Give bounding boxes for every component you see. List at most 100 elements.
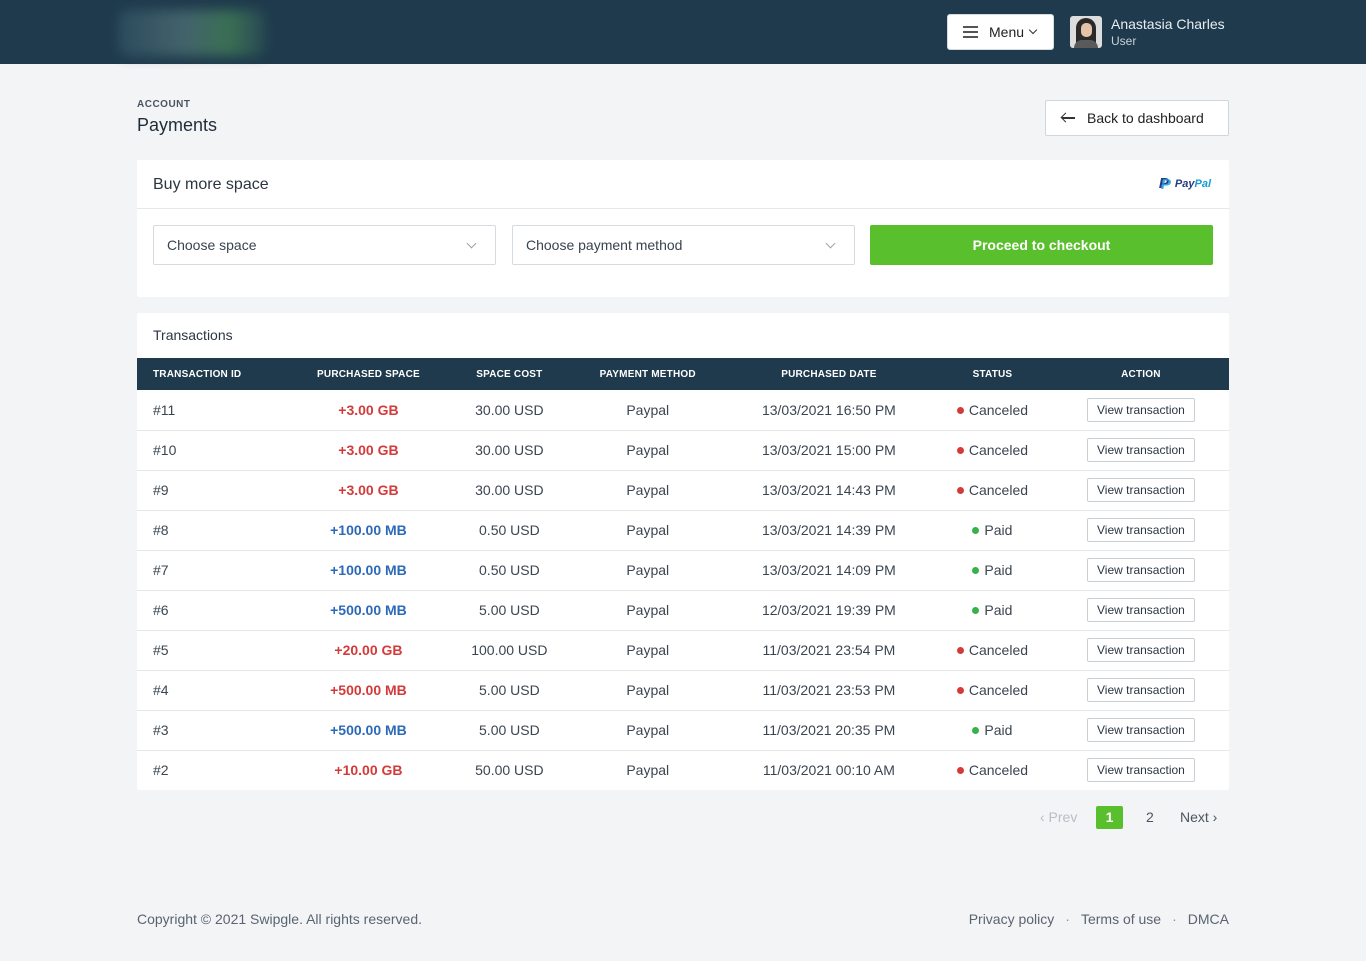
user-avatar[interactable]	[1070, 16, 1102, 48]
payment-method: Paypal	[626, 401, 670, 418]
view-transaction-button[interactable]: View transaction	[1087, 638, 1195, 662]
purchased-date: 11/03/2021 20:35 PM	[762, 722, 896, 738]
space-cost: 30.00 USD	[475, 482, 544, 498]
action-cell: View transaction	[1053, 390, 1229, 430]
action-cell: View transaction	[1053, 550, 1229, 590]
action-cell: View transaction	[1053, 590, 1229, 630]
purchased-space: +3.00 GB	[338, 401, 399, 418]
status-cell: Paid	[932, 710, 1053, 750]
table-row: #2 +10.00 GB 50.00 USD Paypal 11/03/2021 00:…	[137, 750, 1229, 790]
choose-payment-method-select[interactable]: Choose payment method	[512, 225, 855, 265]
pagination-page-1[interactable]: 1	[1096, 806, 1123, 829]
payment-method: Paypal	[626, 682, 670, 698]
brand-logo[interactable]	[118, 10, 266, 56]
choose-space-value: Choose space	[167, 237, 257, 253]
status-cell: Paid	[932, 510, 1053, 550]
transaction-id: #10	[153, 442, 177, 458]
choose-space-select[interactable]: Choose space	[153, 225, 496, 265]
purchased-date: 12/03/2021 19:39 PM	[761, 602, 896, 618]
footer-link-dmca[interactable]: DMCA	[1188, 911, 1229, 927]
view-transaction-button[interactable]: View transaction	[1087, 558, 1195, 582]
status-cell: Canceled	[932, 630, 1053, 670]
hamburger-icon	[963, 26, 978, 38]
status-dot-icon	[956, 687, 964, 694]
table-row: #11 +3.00 GB 30.00 USD Paypal 13/03/2021 16:…	[137, 390, 1229, 430]
space-cost: 0.50 USD	[479, 562, 540, 578]
back-to-dashboard-button[interactable]: Back to dashboard	[1045, 100, 1229, 136]
paypal-logo: PP PayPal	[1158, 175, 1211, 193]
transaction-id: #2	[153, 762, 169, 779]
payment-method: Paypal	[626, 522, 670, 538]
status-dot-icon	[956, 767, 964, 775]
view-transaction-button[interactable]: View transaction	[1087, 518, 1195, 542]
payment-method: Paypal	[626, 722, 670, 738]
pagination-prev: ‹ Prev	[1040, 809, 1078, 825]
view-transaction-button[interactable]: View transaction	[1087, 598, 1195, 622]
status-cell: Canceled	[932, 670, 1053, 710]
purchased-date: 13/03/2021 16:50 PM	[761, 401, 896, 418]
paypal-logo-pay: Pay	[1174, 178, 1195, 190]
purchased-date: 11/03/2021 00:10 AM	[762, 762, 895, 779]
transaction-id: #5	[153, 642, 169, 658]
purchased-date: 11/03/2021 23:53 PM	[762, 682, 896, 698]
footer-separator: ·	[1065, 911, 1070, 927]
view-transaction-button[interactable]: View transaction	[1087, 718, 1195, 742]
buy-space-title: Buy more space	[153, 176, 269, 193]
chevron-down-icon	[825, 238, 836, 249]
payment-method: Paypal	[626, 602, 670, 618]
status-dot-icon	[972, 527, 980, 534]
buy-space-header: Buy more space PP PayPal	[137, 160, 1229, 209]
view-transaction-button[interactable]: View transaction	[1087, 678, 1195, 702]
col-action: ACTION	[1121, 368, 1161, 380]
purchased-date: 13/03/2021 15:00 PM	[761, 442, 896, 458]
action-cell: View transaction	[1053, 430, 1229, 470]
chevron-down-icon	[1028, 25, 1038, 35]
status-dot-icon	[972, 727, 980, 734]
menu-label: Menu	[989, 24, 1025, 40]
col-purchased-space: PURCHASED SPACE	[317, 368, 420, 380]
view-transaction-button[interactable]: View transaction	[1087, 758, 1195, 783]
footer-link-privacy[interactable]: Privacy policy	[969, 911, 1055, 927]
purchased-space: +100.00 MB	[330, 522, 407, 538]
paypal-icon: PP	[1158, 175, 1171, 193]
status-cell: Paid	[932, 590, 1053, 630]
payment-method: Paypal	[626, 642, 670, 658]
space-cost: 5.00 USD	[479, 722, 540, 738]
action-cell: View transaction	[1053, 470, 1229, 510]
purchased-space: +500.00 MB	[330, 602, 407, 618]
status-cell: Paid	[932, 550, 1053, 590]
view-transaction-button[interactable]: View transaction	[1087, 438, 1195, 462]
user-role: User	[1111, 34, 1137, 48]
pagination-page-2[interactable]: 2	[1146, 806, 1154, 829]
status-cell: Canceled	[932, 750, 1053, 790]
pagination-next[interactable]: Next ›	[1180, 806, 1217, 829]
status-badge: Canceled	[968, 762, 1029, 779]
status-cell: Canceled	[932, 390, 1053, 430]
table-row: #3 +500.00 MB 5.00 USD Paypal 11/03/2021 20:…	[137, 710, 1229, 750]
choose-payment-method-value: Choose payment method	[526, 237, 683, 253]
view-transaction-button[interactable]: View transaction	[1087, 397, 1195, 422]
col-purchased-date: PURCHASED DATE	[781, 368, 877, 380]
action-cell: View transaction	[1053, 670, 1229, 710]
space-cost: 0.50 USD	[479, 522, 540, 538]
user-name[interactable]: Anastasia Charles	[1111, 16, 1225, 32]
space-cost: 5.00 USD	[479, 602, 540, 618]
purchased-space: +100.00 MB	[330, 562, 407, 578]
action-cell: View transaction	[1053, 710, 1229, 750]
menu-button[interactable]: Menu	[947, 14, 1054, 50]
status-badge: Canceled	[968, 482, 1029, 498]
purchased-space: +500.00 MB	[330, 682, 407, 698]
footer-links: Privacy policy · Terms of use · DMCA	[969, 911, 1229, 927]
footer-link-terms[interactable]: Terms of use	[1081, 911, 1161, 927]
proceed-to-checkout-button[interactable]: Proceed to checkout	[870, 225, 1213, 265]
table-row: #6 +500.00 MB 5.00 USD Paypal 12/03/2021 19:…	[137, 590, 1229, 630]
purchased-date: 13/03/2021 14:39 PM	[761, 522, 896, 538]
status-dot-icon	[956, 447, 964, 454]
table-row: #8 +100.00 MB 0.50 USD Paypal 13/03/2021 14:…	[137, 510, 1229, 550]
status-badge: Canceled	[968, 682, 1029, 698]
status-badge: Paid	[984, 562, 1013, 578]
view-transaction-button[interactable]: View transaction	[1087, 478, 1195, 502]
status-badge: Canceled	[968, 401, 1029, 418]
status-dot-icon	[956, 647, 964, 654]
status-badge: Canceled	[968, 442, 1029, 458]
